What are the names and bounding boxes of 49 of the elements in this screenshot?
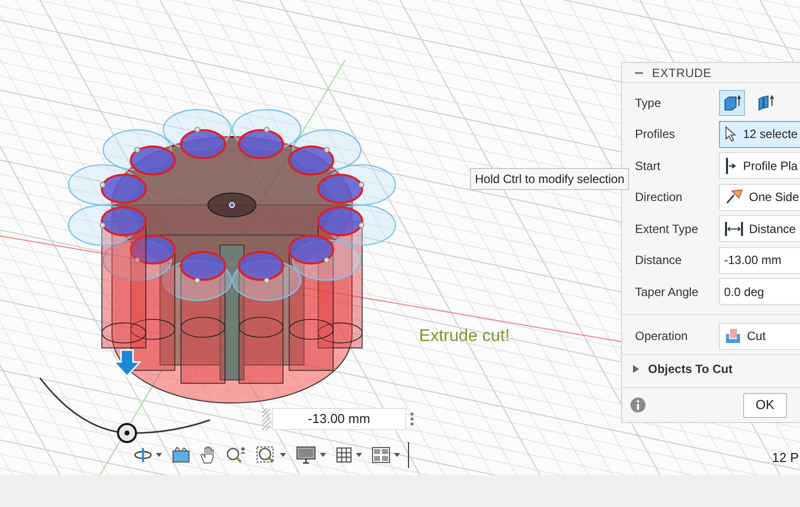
- drag-grip[interactable]: [262, 408, 270, 430]
- direction-icon: [725, 189, 743, 206]
- zoom-icon: [226, 446, 246, 464]
- annotation-text: Extrude cut!: [419, 325, 510, 347]
- selection-field[interactable]: 12 selecte: [719, 120, 800, 148]
- panel-title: EXTRUDE: [652, 64, 712, 82]
- dropdown-field[interactable]: Distance: [719, 215, 800, 242]
- zoom-window-icon: [256, 446, 276, 464]
- caret-icon: [632, 365, 640, 373]
- field-label: Start: [635, 158, 662, 175]
- caret-icon: [356, 453, 362, 457]
- caret-icon: [280, 453, 286, 457]
- type-option-button[interactable]: [719, 90, 745, 116]
- field-label: Direction: [635, 189, 684, 206]
- dropdown-field[interactable]: Profile Pla: [719, 152, 800, 180]
- field-label: Operation: [635, 328, 689, 346]
- field-label: Type: [635, 94, 662, 112]
- field-label: Taper Angle: [635, 284, 700, 301]
- camera-icon: [172, 447, 190, 463]
- orbit-icon: [134, 447, 152, 463]
- solid-extrude-icon: [723, 94, 741, 112]
- rotation-arc-drawing[interactable]: [39, 378, 210, 434]
- dropdown-field[interactable]: Cut: [719, 322, 800, 350]
- caret-icon: [320, 453, 326, 457]
- text-input-field[interactable]: 0.0 deg: [719, 278, 800, 306]
- status-text: 12 P: [772, 449, 799, 467]
- text-input-field[interactable]: -13.00 mm: [719, 246, 800, 274]
- field-label: Profiles: [635, 126, 676, 144]
- field-label: Extent Type: [635, 220, 700, 238]
- profile-plane-icon: [725, 158, 737, 174]
- more-options-icon: [410, 412, 414, 426]
- monitor-icon: [296, 446, 316, 464]
- field-label: Distance: [635, 252, 683, 270]
- distance-icon: [725, 220, 743, 237]
- grid-icon: [336, 447, 352, 463]
- thin-extrude-icon: [757, 94, 775, 112]
- caret-icon: [156, 453, 162, 457]
- ok-button[interactable]: OK: [743, 392, 787, 418]
- cursor-icon: [725, 126, 737, 142]
- info-icon: [630, 397, 646, 413]
- viewports-icon: [372, 447, 390, 463]
- hand-icon: [200, 446, 216, 464]
- dropdown-field[interactable]: One Side: [719, 184, 800, 211]
- dimension-input[interactable]: -13.00 mm: [272, 408, 406, 430]
- cut-icon: [725, 328, 741, 344]
- rotation-handle-icon[interactable]: [117, 423, 137, 443]
- caret-icon: [394, 453, 400, 457]
- section-toggle[interactable]: Objects To Cut: [622, 355, 800, 383]
- tooltip: Hold Ctrl to modify selection: [470, 168, 630, 190]
